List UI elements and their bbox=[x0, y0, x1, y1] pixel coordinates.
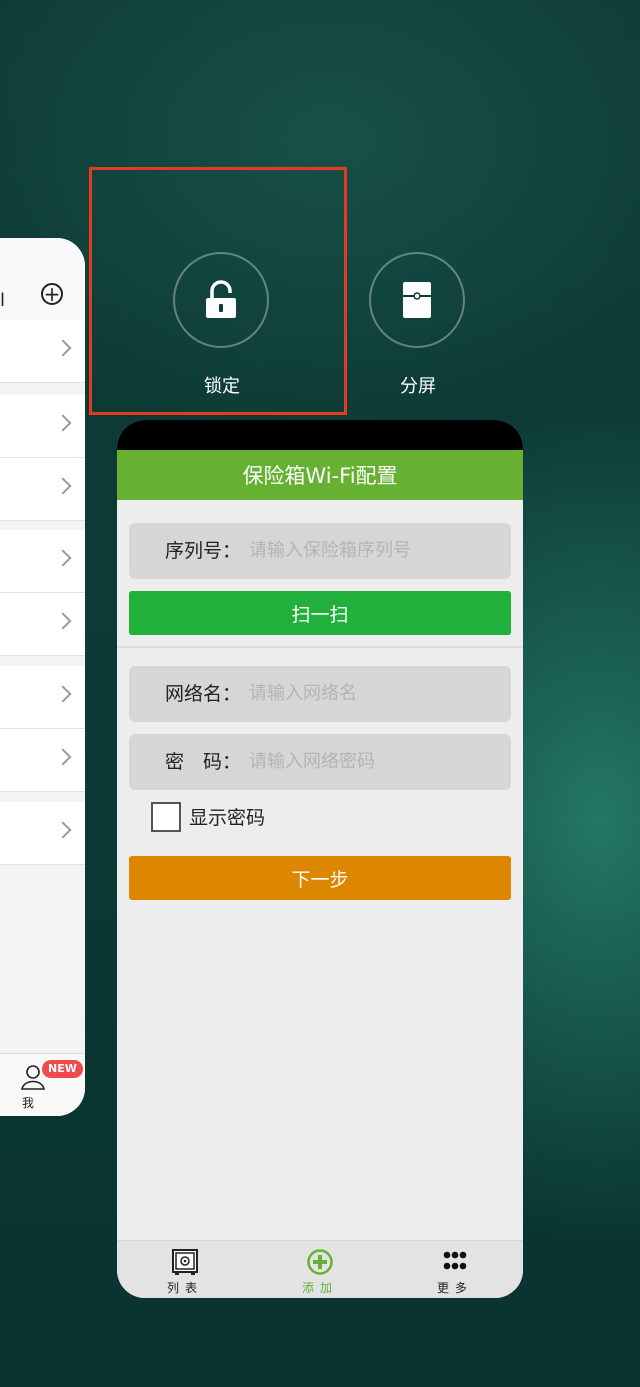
nav-item-add[interactable]: 添加 bbox=[260, 1241, 380, 1298]
show-password-label[interactable]: 显示密码 bbox=[189, 804, 265, 832]
lock-label: 锁定 bbox=[204, 376, 240, 397]
nav-list-label: 列表 bbox=[166, 1281, 203, 1295]
bottom-nav: 列表 添加 更多 bbox=[117, 1240, 523, 1298]
chevron-right-icon bbox=[54, 685, 72, 703]
add-icon[interactable]: + bbox=[41, 283, 63, 305]
chevron-right-icon bbox=[54, 612, 72, 630]
show-password-checkbox[interactable] bbox=[151, 802, 181, 832]
lock-icon bbox=[206, 280, 236, 318]
password-field[interactable]: 密 码： 请输入网络密码 bbox=[129, 734, 511, 790]
nav-item-list[interactable]: 列表 bbox=[125, 1241, 245, 1298]
chevron-right-icon bbox=[54, 414, 72, 432]
background-app-card[interactable]: ا + NEW 我 bbox=[0, 238, 85, 1116]
more-dots-icon bbox=[443, 1251, 467, 1270]
status-bar bbox=[117, 420, 523, 450]
app-switcher-screen: ا + NEW 我 锁定 分屏 保险箱Wi-Fi配置 序列号： 请输入保险箱序列… bbox=[0, 0, 640, 1387]
safe-wifi-config-card[interactable]: 保险箱Wi-Fi配置 序列号： 请输入保险箱序列号 扫一扫 网络名： 请输入网络… bbox=[117, 420, 523, 1298]
chevron-right-icon bbox=[54, 339, 72, 357]
password-label: 密 码： bbox=[165, 751, 242, 773]
divider bbox=[117, 646, 523, 648]
nav-add-label: 添加 bbox=[301, 1281, 338, 1295]
safe-icon bbox=[172, 1249, 198, 1275]
add-circle-icon bbox=[307, 1249, 333, 1275]
header-glyph: ا bbox=[0, 290, 6, 311]
split-screen-label: 分屏 bbox=[400, 376, 436, 397]
background-app-header: ا + bbox=[0, 238, 85, 321]
new-badge: NEW bbox=[42, 1060, 83, 1078]
list-item[interactable] bbox=[0, 593, 85, 656]
chevron-right-icon bbox=[54, 821, 72, 839]
background-app-tabbar: NEW 我 bbox=[0, 1053, 85, 1116]
list-item[interactable] bbox=[0, 802, 85, 865]
scan-button[interactable]: 扫一扫 bbox=[129, 591, 511, 635]
list-item[interactable] bbox=[0, 320, 85, 383]
split-screen-icon bbox=[403, 282, 431, 318]
serial-field[interactable]: 序列号： 请输入保险箱序列号 bbox=[129, 523, 511, 579]
chevron-right-icon bbox=[54, 549, 72, 567]
network-field[interactable]: 网络名： 请输入网络名 bbox=[129, 666, 511, 722]
nav-item-more[interactable]: 更多 bbox=[395, 1241, 515, 1298]
page-title: 保险箱Wi-Fi配置 bbox=[117, 450, 523, 500]
list-item[interactable] bbox=[0, 458, 85, 521]
tab-me-label[interactable]: 我 bbox=[22, 1094, 34, 1111]
password-input[interactable]: 请输入网络密码 bbox=[249, 734, 375, 790]
list-item[interactable] bbox=[0, 395, 85, 458]
split-screen-button[interactable] bbox=[369, 252, 465, 348]
list-item[interactable] bbox=[0, 530, 85, 593]
lock-button[interactable] bbox=[173, 252, 269, 348]
serial-input[interactable]: 请输入保险箱序列号 bbox=[249, 523, 411, 579]
network-input[interactable]: 请输入网络名 bbox=[249, 666, 357, 722]
nav-more-label: 更多 bbox=[436, 1281, 473, 1295]
next-button[interactable]: 下一步 bbox=[129, 856, 511, 900]
chevron-right-icon bbox=[54, 477, 72, 495]
list-item[interactable] bbox=[0, 666, 85, 729]
chevron-right-icon bbox=[54, 748, 72, 766]
network-label: 网络名： bbox=[165, 683, 242, 705]
list-item[interactable] bbox=[0, 729, 85, 792]
serial-label: 序列号： bbox=[165, 540, 242, 562]
